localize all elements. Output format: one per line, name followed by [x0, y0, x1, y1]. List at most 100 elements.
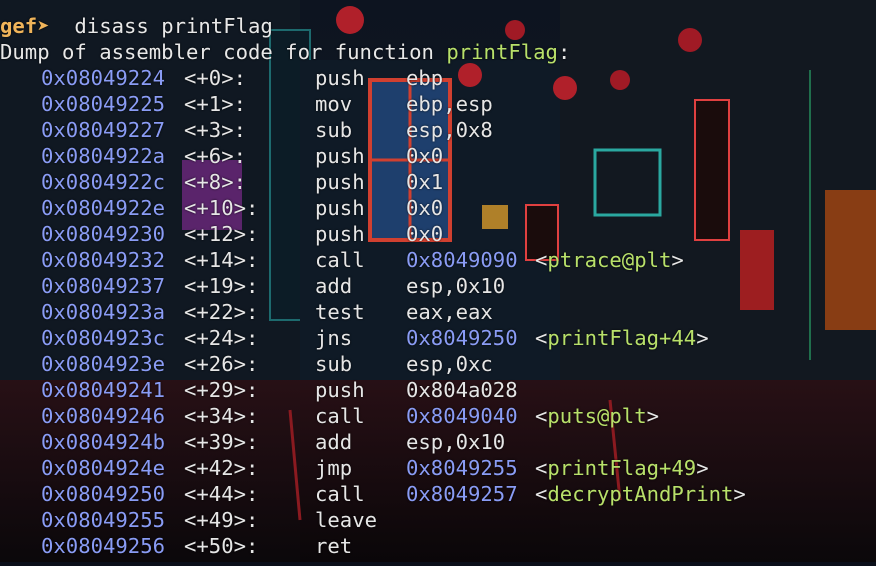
- instruction-offset: <+0>:: [184, 66, 246, 90]
- dump-header-suffix: :: [557, 40, 571, 64]
- angle-close: >: [671, 248, 684, 272]
- instruction-address: 0x0804923e: [41, 352, 165, 376]
- instruction-mnemonic: push: [315, 66, 365, 90]
- instruction-offset: <+8>:: [184, 170, 246, 194]
- instruction-mnemonic: call: [315, 482, 365, 506]
- instruction-address: 0x0804922e: [41, 196, 165, 220]
- angle-open: <: [535, 404, 548, 428]
- instruction-address: 0x08049250: [41, 482, 165, 506]
- instruction-operands: esp,0xc: [406, 352, 493, 376]
- instruction-offset: <+29>:: [184, 378, 259, 402]
- angle-open: <: [535, 456, 548, 480]
- instruction-offset: <+10>:: [184, 196, 259, 220]
- instruction-offset: <+22>:: [184, 300, 259, 324]
- instruction-address: 0x08049246: [41, 404, 165, 428]
- instruction-operands: esp,0x10: [406, 274, 506, 298]
- instruction-address: 0x08049232: [41, 248, 165, 272]
- instruction-mnemonic: sub: [315, 352, 353, 376]
- instruction-address: 0x08049230: [41, 222, 165, 246]
- instruction-operands: esp,0x10: [406, 430, 506, 454]
- instruction-offset: <+19>:: [184, 274, 259, 298]
- instruction-offset: <+34>:: [184, 404, 259, 428]
- instruction-operands: 0x0: [406, 222, 444, 246]
- instruction-operands: esp,0x8: [406, 118, 493, 142]
- instruction-mnemonic: sub: [315, 118, 353, 142]
- instruction-address: 0x08049224: [41, 66, 165, 90]
- angle-close: >: [696, 326, 709, 350]
- instruction-mnemonic: push: [315, 378, 365, 402]
- instruction-mnemonic: test: [315, 300, 365, 324]
- instruction-symbol: decryptAndPrint: [547, 482, 734, 506]
- instruction-offset: <+12>:: [184, 222, 259, 246]
- angle-open: <: [535, 482, 548, 506]
- instruction-operands: 0x0: [406, 196, 444, 220]
- instruction-mnemonic: call: [315, 248, 365, 272]
- instruction-target-address: 0x8049090: [406, 248, 518, 272]
- instruction-symbol-ref: <decryptAndPrint>: [535, 481, 746, 507]
- gef-prompt-symbol: gef➤: [0, 14, 50, 38]
- angle-open: <: [535, 326, 548, 350]
- instruction-target-address: 0x8049250: [406, 326, 518, 350]
- instruction-operands: ebp: [406, 66, 444, 90]
- instruction-offset: <+26>:: [184, 352, 259, 376]
- instruction-symbol-ref: <printFlag+44>: [535, 325, 709, 351]
- instruction-offset: <+3>:: [184, 118, 246, 142]
- instruction-offset: <+49>:: [184, 508, 259, 532]
- instruction-offset: <+24>:: [184, 326, 259, 350]
- instruction-symbol: ptrace@plt: [547, 248, 672, 272]
- angle-close: >: [646, 404, 660, 428]
- prompt-line: gef➤ disass printFlag: [0, 13, 273, 39]
- instruction-address: 0x08049225: [41, 92, 165, 116]
- instruction-mnemonic: ret: [315, 534, 353, 558]
- instruction-address: 0x08049255: [41, 508, 165, 532]
- instruction-symbol-ref: <puts@plt>: [535, 403, 659, 429]
- instruction-mnemonic: add: [315, 430, 353, 454]
- instruction-address: 0x0804924e: [41, 456, 165, 480]
- dump-header-prefix: Dump of assembler code for function: [0, 40, 447, 64]
- instruction-offset: <+1>:: [184, 92, 246, 116]
- instruction-symbol: printFlag+49: [547, 456, 697, 480]
- instruction-address: 0x0804923a: [41, 300, 165, 324]
- instruction-operands: 0x0: [406, 144, 444, 168]
- instruction-target-address: 0x8049040: [406, 404, 518, 428]
- instruction-mnemonic: push: [315, 144, 365, 168]
- instruction-offset: <+44>:: [184, 482, 259, 506]
- instruction-address: 0x0804924b: [41, 430, 165, 454]
- instruction-offset: <+39>:: [184, 430, 259, 454]
- prompt-command: disass printFlag: [49, 14, 273, 38]
- angle-close: >: [696, 456, 709, 480]
- instruction-operands: 0x804a028: [406, 378, 518, 402]
- instruction-symbol-ref: <ptrace@plt>: [535, 247, 684, 273]
- instruction-offset: <+50>:: [184, 534, 259, 558]
- angle-open: <: [535, 248, 548, 272]
- instruction-offset: <+14>:: [184, 248, 259, 272]
- instruction-address: 0x08049256: [41, 534, 165, 558]
- instruction-operands: eax,eax: [406, 300, 493, 324]
- instruction-operands: ebp,esp: [406, 92, 493, 116]
- terminal-output: gef➤ disass printFlag Dump of assembler …: [0, 0, 876, 562]
- instruction-address: 0x08049237: [41, 274, 165, 298]
- instruction-mnemonic: push: [315, 196, 365, 220]
- instruction-mnemonic: push: [315, 222, 365, 246]
- angle-close: >: [733, 482, 746, 506]
- instruction-mnemonic: call: [315, 404, 365, 428]
- instruction-symbol: puts@plt: [547, 404, 647, 428]
- instruction-mnemonic: add: [315, 274, 353, 298]
- dump-header-function: printFlag: [446, 40, 558, 64]
- instruction-address: 0x0804922c: [41, 170, 165, 194]
- instruction-target-address: 0x8049255: [406, 456, 518, 480]
- instruction-address: 0x0804923c: [41, 326, 165, 350]
- instruction-address: 0x0804922a: [41, 144, 165, 168]
- instruction-mnemonic: mov: [315, 92, 353, 116]
- instruction-operands: 0x1: [406, 170, 444, 194]
- instruction-address: 0x08049241: [41, 378, 165, 402]
- instruction-mnemonic: jmp: [315, 456, 353, 480]
- dump-header: Dump of assembler code for function prin…: [0, 39, 570, 65]
- instruction-address: 0x08049227: [41, 118, 165, 142]
- instruction-symbol: printFlag+44: [547, 326, 697, 350]
- instruction-mnemonic: leave: [315, 508, 377, 532]
- instruction-offset: <+42>:: [184, 456, 259, 480]
- instruction-mnemonic: jns: [315, 326, 353, 350]
- instruction-target-address: 0x8049257: [406, 482, 518, 506]
- instruction-mnemonic: push: [315, 170, 365, 194]
